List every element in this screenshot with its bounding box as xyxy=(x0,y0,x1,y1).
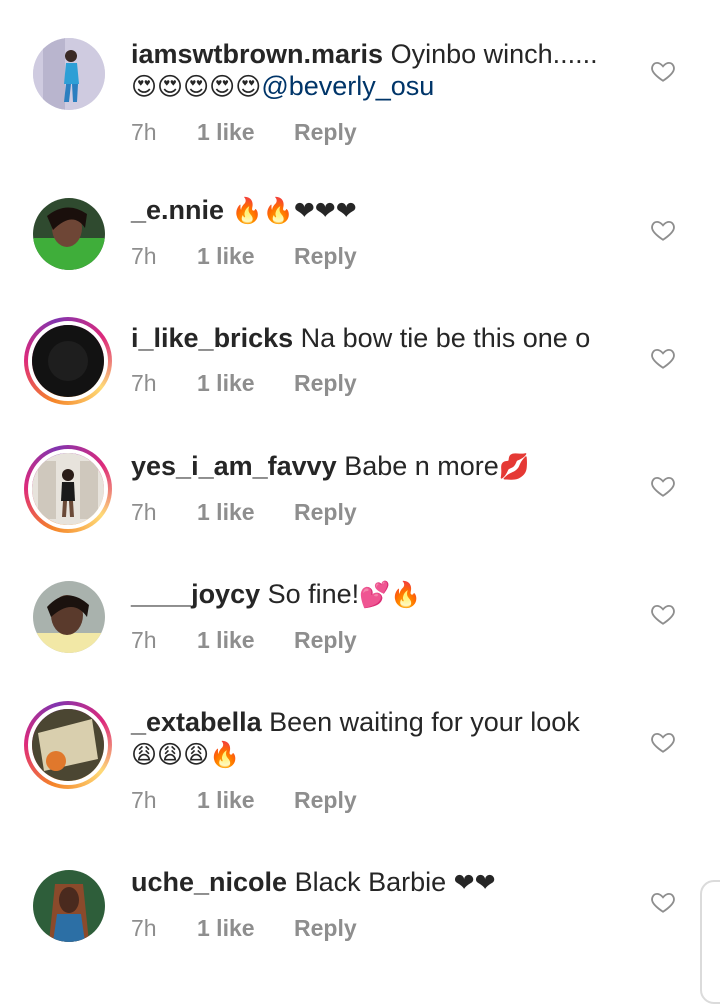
comment-body: Been waiting for your look xyxy=(269,707,580,737)
avatar[interactable] xyxy=(33,870,105,942)
heart-icon[interactable] xyxy=(650,58,676,84)
heart-icon[interactable] xyxy=(650,473,676,499)
comment-username[interactable]: _extabella xyxy=(131,707,262,737)
reply-button[interactable]: Reply xyxy=(294,627,357,653)
heart-icon[interactable] xyxy=(650,601,676,627)
comment-time: 7h xyxy=(131,370,157,396)
comment-emoji: ❤❤ xyxy=(453,868,496,897)
comment-time: 7h xyxy=(131,627,157,653)
comment-username[interactable]: i_like_bricks xyxy=(131,323,293,353)
comment-time: 7h xyxy=(131,119,157,145)
comment-body: Black Barbie xyxy=(294,867,447,897)
comment-meta: 7h 1 like Reply xyxy=(131,119,640,146)
comment-emoji: 💕🔥 xyxy=(359,580,422,609)
comment-meta: 7h 1 like Reply xyxy=(131,499,640,526)
mention-link[interactable]: @beverly_osu xyxy=(261,71,434,101)
story-ring[interactable] xyxy=(24,445,112,533)
comment-emoji: 🔥🔥❤❤❤ xyxy=(231,196,357,225)
comment-emoji: 😩😩😩🔥 xyxy=(131,740,241,769)
avatar-image xyxy=(33,581,105,653)
comment-body: So fine! xyxy=(267,579,360,609)
comment-text: iamswtbrown.maris Oyinbo winch...... 😍😍😍… xyxy=(131,38,640,103)
comment-meta: 7h 1 like Reply xyxy=(131,787,640,814)
reply-button[interactable]: Reply xyxy=(294,243,357,269)
comment-time: 7h xyxy=(131,243,157,269)
comment-username[interactable]: iamswtbrown.maris xyxy=(131,39,383,69)
comment-likes[interactable]: 1 like xyxy=(197,499,294,526)
heart-icon[interactable] xyxy=(650,217,676,243)
avatar-image xyxy=(33,870,105,942)
avatar-image xyxy=(33,38,105,110)
comment-text: yes_i_am_favvy Babe n more💋 xyxy=(131,450,640,483)
comment-text: _e.nnie 🔥🔥❤❤❤ xyxy=(131,194,640,227)
reply-button[interactable]: Reply xyxy=(294,787,357,813)
comment-username[interactable]: yes_i_am_favvy xyxy=(131,451,337,481)
comment-meta: 7h 1 like Reply xyxy=(131,243,640,270)
comment-text: i_like_bricks Na bow tie be this one o xyxy=(131,322,640,354)
comment-emoji: 💋 xyxy=(498,452,530,481)
heart-icon[interactable] xyxy=(650,345,676,371)
comment-likes[interactable]: 1 like xyxy=(197,787,294,814)
heart-icon[interactable] xyxy=(650,889,676,915)
comment-likes[interactable]: 1 like xyxy=(197,243,294,270)
avatar[interactable] xyxy=(33,581,105,653)
comment-meta: 7h 1 like Reply xyxy=(131,370,640,397)
comment-time: 7h xyxy=(131,499,157,525)
comment-meta: 7h 1 like Reply xyxy=(131,915,640,942)
reply-button[interactable]: Reply xyxy=(294,499,357,525)
comment-text: uche_nicole Black Barbie ❤❤ xyxy=(131,866,640,899)
avatar-image xyxy=(28,705,108,785)
story-ring[interactable] xyxy=(24,317,112,405)
heart-icon[interactable] xyxy=(650,729,676,755)
comment-body: Oyinbo winch...... xyxy=(390,39,598,69)
comment-time: 7h xyxy=(131,915,157,941)
comment-likes[interactable]: 1 like xyxy=(197,627,294,654)
floating-panel-edge[interactable] xyxy=(700,880,720,1004)
comment-time: 7h xyxy=(131,787,157,813)
avatar-image xyxy=(28,321,108,401)
avatar-image xyxy=(28,449,108,529)
avatar[interactable] xyxy=(33,38,105,110)
comment-text: ____joycy So fine!💕🔥 xyxy=(131,578,640,611)
comment-username[interactable]: ____joycy xyxy=(131,579,260,609)
reply-button[interactable]: Reply xyxy=(294,119,357,145)
comment-likes[interactable]: 1 like xyxy=(197,370,294,397)
comment-body: Na bow tie be this one o xyxy=(300,323,591,353)
story-ring[interactable] xyxy=(24,701,112,789)
comment-meta: 7h 1 like Reply xyxy=(131,627,640,654)
comment-emoji: 😍😍😍😍😍 xyxy=(131,72,262,101)
avatar[interactable] xyxy=(33,198,105,270)
comment-text: _extabella Been waiting for your look 😩😩… xyxy=(131,706,640,771)
avatar-image xyxy=(33,198,105,270)
comment-body: Babe n more xyxy=(344,451,499,481)
comment-username[interactable]: uche_nicole xyxy=(131,867,287,897)
reply-button[interactable]: Reply xyxy=(294,370,357,396)
comment-likes[interactable]: 1 like xyxy=(197,915,294,942)
comment-username[interactable]: _e.nnie xyxy=(131,195,224,225)
reply-button[interactable]: Reply xyxy=(294,915,357,941)
comment-likes[interactable]: 1 like xyxy=(197,119,294,146)
